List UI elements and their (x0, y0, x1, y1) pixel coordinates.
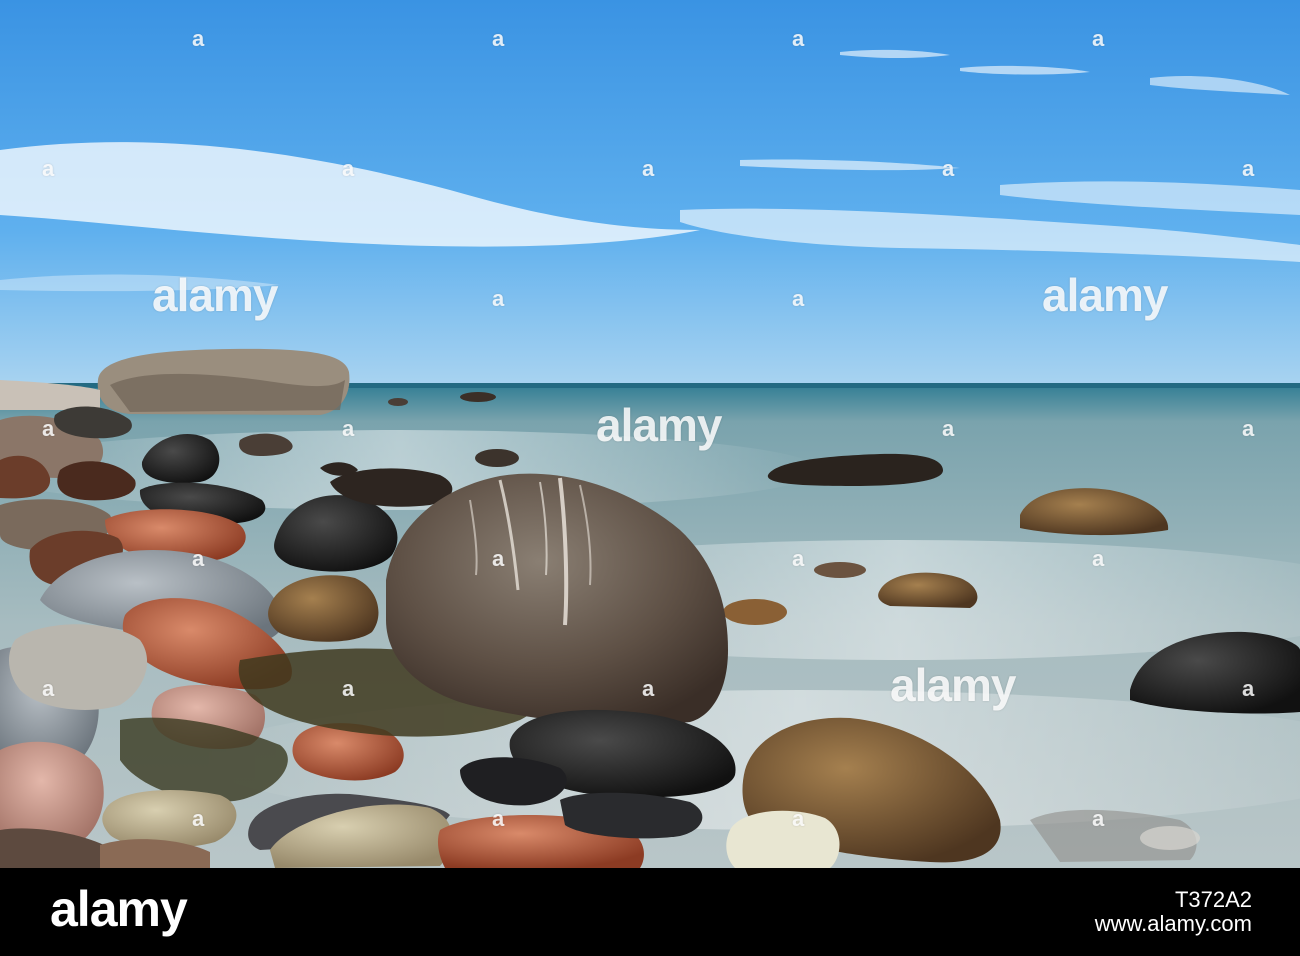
watermark-mark: a (792, 546, 804, 571)
watermark-mark: a (942, 416, 954, 441)
watermark-mark: a (192, 26, 204, 51)
watermark-logo: alamy (596, 399, 722, 451)
watermark-mark: a (1242, 156, 1254, 181)
watermark-logo: alamy (890, 659, 1016, 711)
watermark-mark: a (1092, 806, 1104, 831)
watermark-mark: a (492, 806, 504, 831)
watermark-mark: a (942, 156, 954, 181)
watermark-mark: a (492, 26, 504, 51)
footer-logo: alamy (50, 881, 188, 937)
watermark-mark: a (1092, 546, 1104, 571)
watermark-mark: a (792, 286, 804, 311)
image-id: T372A2 (1174, 887, 1252, 912)
watermark-mark: a (192, 806, 204, 831)
watermark-mark: a (792, 806, 804, 831)
watermark-mark: a (1242, 416, 1254, 441)
watermark-mark: a (42, 676, 54, 701)
watermark-mark: a (642, 156, 654, 181)
watermark-mark: a (1242, 676, 1254, 701)
watermark-mark: a (492, 286, 504, 311)
footer-bar: alamy T372A2 www.alamy.com (0, 868, 1300, 956)
watermark-mark: a (42, 416, 54, 441)
watermark-mark: a (792, 26, 804, 51)
watermark-mark: a (1092, 26, 1104, 51)
watermark-mark: a (342, 676, 354, 701)
watermark-logo: alamy (1042, 269, 1168, 321)
watermark-logo: alamy (152, 269, 278, 321)
watermark-mark: a (342, 156, 354, 181)
footer-image-info: T372A2 www.alamy.com (1095, 888, 1252, 936)
site-url: www.alamy.com (1094, 911, 1252, 936)
watermark-mark: a (42, 156, 54, 181)
watermark-mark: a (192, 546, 204, 571)
stock-photo: a a a a a a a a a alamy a a alamy a a al… (0, 0, 1300, 868)
watermark-mark: a (492, 546, 504, 571)
watermark-mark: a (342, 416, 354, 441)
watermark-mark: a (642, 676, 654, 701)
